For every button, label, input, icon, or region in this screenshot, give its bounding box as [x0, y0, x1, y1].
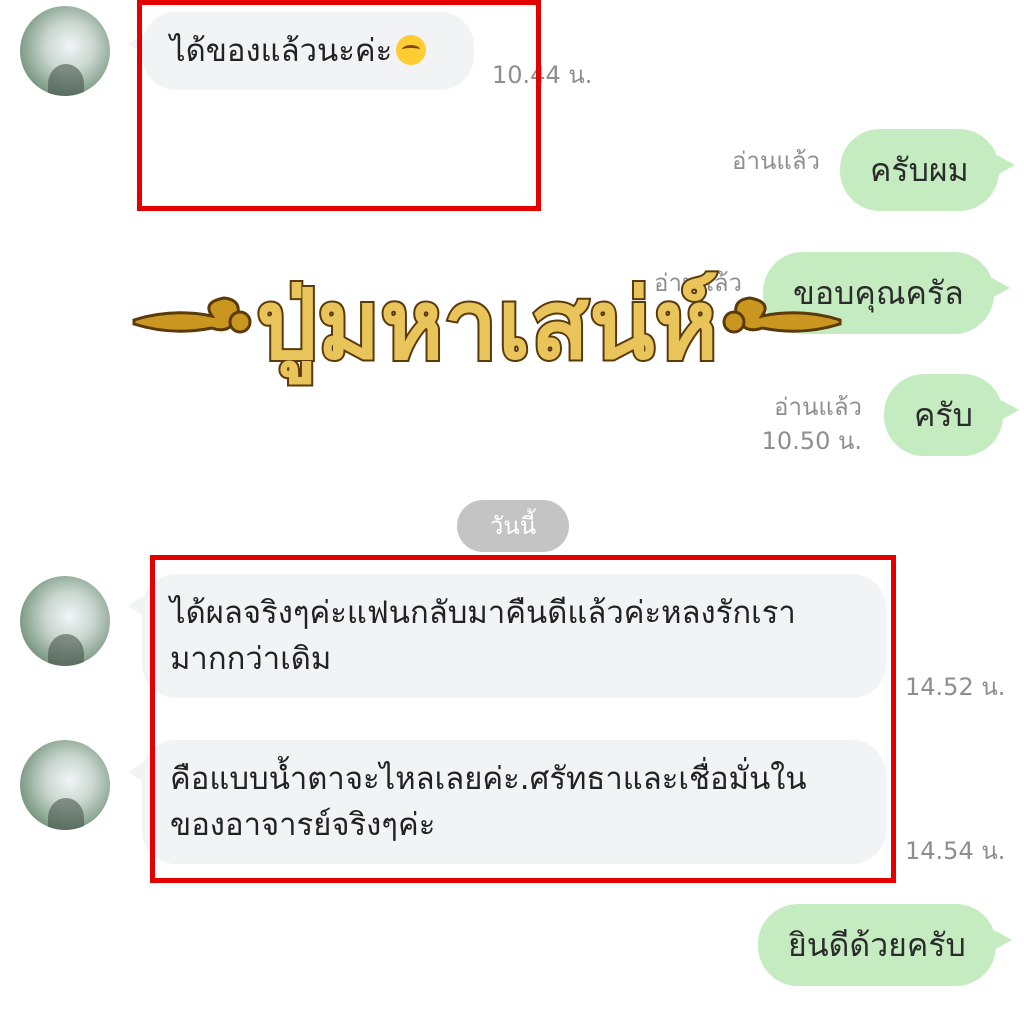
- message-time: 10.50 น.: [761, 427, 862, 455]
- message-text: ครับ: [914, 396, 973, 434]
- message-bubble-outgoing[interactable]: ครับ: [884, 374, 1019, 456]
- message-bubble-outgoing[interactable]: ครับผม: [840, 129, 1015, 211]
- ornament-flourish-icon: ปู่มหาเสน่ห์: [132, 266, 842, 387]
- highlight-box: [150, 555, 896, 883]
- highlight-box: [137, 0, 541, 211]
- date-divider: วันนี้: [457, 500, 569, 552]
- contact-avatar[interactable]: [20, 740, 110, 830]
- bubble-tail: [128, 762, 144, 782]
- contact-avatar[interactable]: [20, 6, 110, 96]
- bubble-tail: [996, 155, 1015, 175]
- read-receipt: อ่านแล้ว: [732, 147, 820, 175]
- watermark-logo: ปู่มหาเสน่ห์: [132, 250, 842, 400]
- bubble-tail: [991, 278, 1010, 298]
- message-time: 14.52 น.: [905, 673, 1006, 701]
- watermark-text: ปู่มหาเสน่ห์: [256, 268, 718, 385]
- bubble-tail: [1000, 400, 1019, 420]
- contact-avatar[interactable]: [20, 576, 110, 666]
- message-text: ยินดีด้วยครับ: [788, 926, 966, 964]
- message-text: ครับผม: [870, 151, 969, 189]
- message-bubble-outgoing[interactable]: ยินดีด้วยครับ: [758, 904, 1012, 986]
- message-time: 14.54 น.: [905, 837, 1006, 865]
- bubble-tail: [993, 930, 1012, 950]
- bubble-tail: [128, 596, 144, 616]
